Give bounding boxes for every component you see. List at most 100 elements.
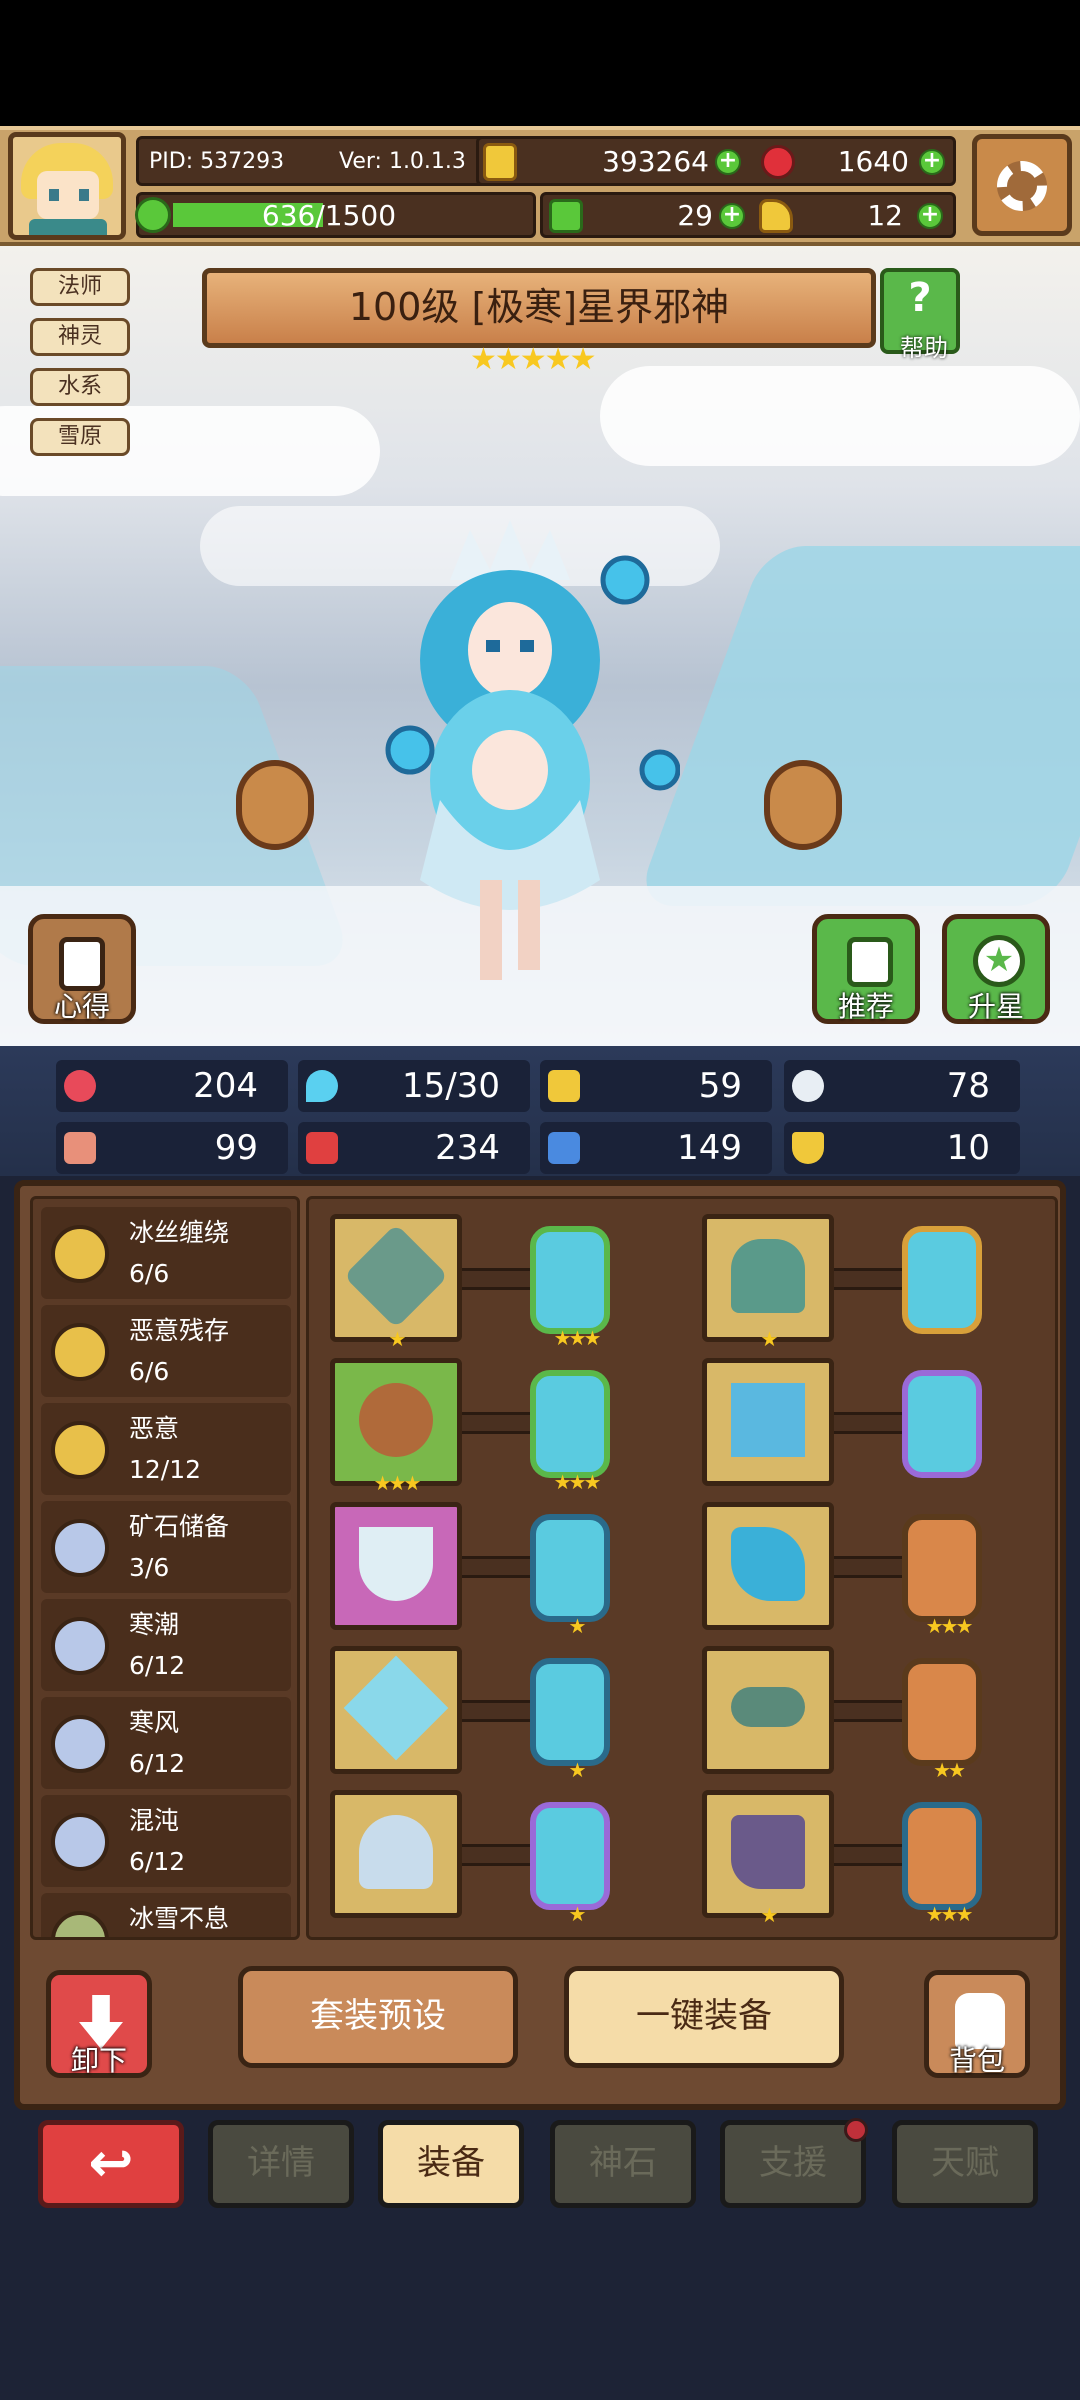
pid-text: PID: 537293 — [149, 149, 285, 174]
add-gold-button[interactable]: + — [715, 149, 741, 175]
set-bonus-list[interactable]: 冰丝缠绕 6/6 恶意残存 6/6 恶意 12/12 矿石储备 3/6 寒潮 6/12 寒… — [30, 1196, 300, 1940]
stat-magic-value: 234 — [435, 1128, 500, 1168]
help-label: 帮助 — [900, 334, 948, 362]
wing-icon — [792, 1070, 824, 1102]
tab-details[interactable]: 详情 — [208, 2120, 354, 2208]
add-stamina-button[interactable]: + — [917, 203, 943, 229]
set-preset-button[interactable]: 套装预设 — [238, 1966, 518, 2068]
armor-icon — [731, 1239, 805, 1313]
set-orb-icon — [51, 1911, 109, 1937]
crystal-slot[interactable] — [330, 1646, 462, 1774]
stat-magic: 234 — [298, 1122, 530, 1174]
necklace-slot[interactable] — [330, 1502, 462, 1630]
set-orb-icon — [51, 1519, 109, 1577]
water-drop-icon — [306, 1070, 338, 1102]
version-text: Ver: 1.0.1.3 — [339, 149, 466, 174]
tab-equipment[interactable]: 装备 — [378, 2120, 524, 2208]
necklace-gem-slot[interactable]: ★ — [530, 1514, 610, 1638]
tag-race[interactable]: 神灵 — [30, 318, 130, 356]
set-item[interactable]: 冰雪不息 — [41, 1893, 291, 1937]
helm-icon — [359, 1815, 433, 1889]
boots-rune-slot[interactable]: ★★★ — [902, 1802, 982, 1926]
set-item[interactable]: 恶意 12/12 — [41, 1403, 291, 1495]
add-clover-button[interactable]: + — [719, 203, 745, 229]
hero-character[interactable] — [380, 520, 681, 1000]
currency-panel: 393264 + 1640 + — [476, 136, 956, 186]
help-button[interactable]: ? 帮助 — [880, 268, 960, 362]
star-up-button[interactable]: ★ 升星 — [942, 914, 1050, 1024]
robe-slot[interactable] — [702, 1358, 834, 1486]
stat-agility: 149 — [540, 1122, 772, 1174]
stat-luck-value: 10 — [946, 1128, 990, 1168]
stamina-icon — [759, 199, 793, 233]
unequip-button[interactable]: 卸下 — [46, 1970, 152, 2078]
tag-class[interactable]: 法师 — [30, 268, 130, 306]
helm-slot[interactable] — [330, 1790, 462, 1918]
belt-rune-slot[interactable]: ★★ — [902, 1658, 982, 1782]
unequip-label: 卸下 — [70, 2044, 127, 2077]
glove-slot[interactable] — [702, 1502, 834, 1630]
recommend-label: 推荐 — [837, 990, 894, 1023]
book-icon — [306, 1132, 338, 1164]
tag-element[interactable]: 水系 — [30, 368, 130, 406]
exp-text: 636/1500 — [261, 199, 397, 232]
snowflake-crystal-icon — [343, 1655, 449, 1761]
exp-bar: 636/1500 — [135, 192, 536, 238]
body-slot[interactable]: ★ — [702, 1214, 834, 1351]
red-gem-icon — [761, 145, 795, 179]
tab-godstone[interactable]: 神石 — [550, 2120, 696, 2208]
necklace-icon — [359, 1527, 433, 1601]
set-orb-icon — [51, 1225, 109, 1283]
hero-stars: ★★★★★ — [470, 342, 596, 377]
belt-slot[interactable] — [702, 1646, 834, 1774]
clover-icon — [549, 199, 583, 233]
system-status-bar — [0, 0, 1080, 126]
backpack-button[interactable]: 背包 — [924, 1970, 1030, 2078]
heart-icon — [64, 1070, 96, 1102]
body-gem-slot[interactable] — [902, 1226, 982, 1334]
boots-icon — [731, 1815, 805, 1889]
gem-amount: 1640 — [837, 145, 909, 178]
hero-title: 100级 [极寒]星界邪神 — [202, 268, 876, 348]
stat-attack: 99 — [56, 1122, 288, 1174]
stat-defense: 59 — [540, 1060, 772, 1112]
tab-talent[interactable]: 天赋 — [892, 2120, 1038, 2208]
boot-icon — [548, 1132, 580, 1164]
back-button[interactable]: ↩ — [38, 2120, 184, 2208]
recommend-button[interactable]: 推荐 — [812, 914, 920, 1024]
stat-hp: 204 — [56, 1060, 288, 1112]
boots-slot[interactable]: ★ — [702, 1790, 834, 1927]
robe-icon — [731, 1383, 805, 1457]
set-item[interactable]: 寒潮 6/12 — [41, 1599, 291, 1691]
settings-button[interactable] — [972, 134, 1072, 236]
bag-gem-slot[interactable]: ★★★ — [530, 1370, 610, 1494]
stat-mana-value: 15/30 — [402, 1066, 500, 1106]
tag-terrain[interactable]: 雪原 — [30, 418, 130, 456]
set-item[interactable]: 混沌 6/12 — [41, 1795, 291, 1887]
clover-exp-icon — [135, 197, 171, 233]
set-item[interactable]: 恶意残存 6/6 — [41, 1305, 291, 1397]
glove-rune-slot[interactable]: ★★★ — [902, 1514, 982, 1638]
helm-gem-slot[interactable]: ★ — [530, 1802, 610, 1926]
bag-slot[interactable]: ★★★ — [330, 1358, 462, 1495]
weapon-slot[interactable]: ★ — [330, 1214, 462, 1351]
star-icon: ★ — [973, 935, 1025, 987]
gear-icon — [997, 161, 1047, 211]
crystal-gem-slot[interactable]: ★ — [530, 1658, 610, 1782]
horseshoe-icon — [792, 1132, 824, 1164]
glove-icon — [731, 1527, 805, 1601]
gold-coin-icon — [483, 143, 517, 181]
set-item[interactable]: 矿石储备 3/6 — [41, 1501, 291, 1593]
add-gem-button[interactable]: + — [919, 149, 945, 175]
weapon-gem-slot[interactable]: ★★★ — [530, 1226, 610, 1350]
notes-button[interactable]: 心得 — [28, 914, 136, 1024]
set-item[interactable]: 寒风 6/12 — [41, 1697, 291, 1789]
robe-gem-slot[interactable] — [902, 1370, 982, 1478]
auto-equip-button[interactable]: 一键装备 — [564, 1966, 844, 2068]
set-item[interactable]: 冰丝缠绕 6/6 — [41, 1207, 291, 1299]
player-avatar[interactable] — [8, 132, 126, 240]
set-orb-icon — [51, 1715, 109, 1773]
fist-icon — [64, 1132, 96, 1164]
stamina-amount: 12 — [867, 199, 903, 232]
stat-mana: 15/30 — [298, 1060, 530, 1112]
